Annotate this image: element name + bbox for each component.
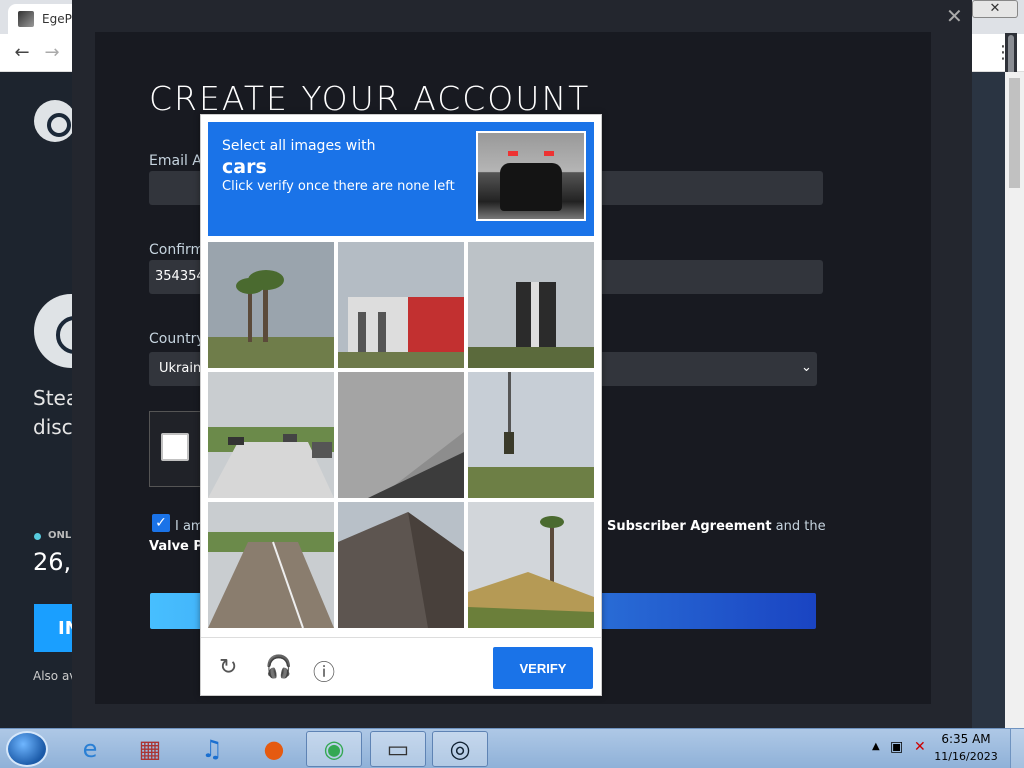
steam-icon[interactable]: ◎ [432, 731, 488, 767]
captcha-image-grid [208, 242, 596, 630]
confirm-email-label: Confirm [149, 242, 205, 258]
computer-icon[interactable]: ▭ [370, 731, 426, 767]
captcha-tile[interactable] [208, 242, 334, 368]
back-arrow-icon[interactable]: ← [10, 42, 34, 63]
online-label: ONL [48, 530, 72, 541]
taskbar: e ▦ ♫ ● ◉ ▭ ◎ ▲ ▣ ✕ [0, 728, 1024, 768]
agree-text-end: and the [771, 519, 826, 534]
internet-explorer-icon[interactable]: e [62, 731, 118, 767]
clock-date[interactable]: 11/16/2023 [930, 750, 1002, 763]
firefox-icon[interactable]: ● [246, 731, 302, 767]
captcha-tile[interactable] [338, 242, 464, 368]
captcha-challenge: Select all images with cars Click verify… [200, 114, 602, 696]
captcha-tile[interactable] [208, 372, 334, 498]
forward-arrow-icon[interactable]: → [40, 42, 64, 63]
show-desktop-button[interactable] [1010, 729, 1024, 768]
audio-icon[interactable]: 🎧 [265, 655, 292, 680]
online-status-dot-icon [34, 533, 41, 540]
captcha-footer: ↻ 🎧 ⓘ VERIFY [201, 637, 601, 697]
network-icon[interactable]: ▣ [890, 739, 903, 755]
agree-text-link-line: Subscriber Agreement and the [607, 519, 826, 534]
captcha-tile[interactable] [468, 372, 594, 498]
volume-muted-icon[interactable]: ✕ [914, 739, 926, 755]
captcha-tile[interactable] [338, 502, 464, 628]
info-icon[interactable]: ⓘ [313, 655, 335, 687]
dialog-close-icon[interactable]: ✕ [946, 4, 963, 28]
recaptcha-checkbox[interactable] [161, 433, 189, 461]
online-count: 26,8 [33, 548, 73, 576]
captcha-tile[interactable] [468, 242, 594, 368]
chrome-icon[interactable]: ◉ [306, 731, 362, 767]
captcha-tile[interactable] [338, 372, 464, 498]
chevron-down-icon: ⌄ [801, 360, 812, 375]
refresh-icon[interactable]: ↻ [219, 655, 237, 680]
captcha-header: Select all images with cars Click verify… [208, 122, 594, 236]
country-label: Country [149, 331, 205, 347]
install-steam-button[interactable]: IN [34, 604, 72, 652]
clock-time[interactable]: 6:35 AM [936, 732, 996, 746]
verify-button[interactable]: VERIFY [493, 647, 593, 689]
also-available-text: Also av [33, 669, 73, 683]
subscriber-agreement-link[interactable]: Subscriber Agreement [607, 519, 772, 534]
captcha-tile[interactable] [208, 502, 334, 628]
page-heading-partial: Steadiscu [33, 386, 73, 439]
captcha-sample-image [476, 131, 586, 221]
application-icon[interactable]: ▦ [122, 731, 178, 767]
browser-scrollbar[interactable] [1005, 72, 1024, 728]
agree-checkbox[interactable]: ✓ [152, 514, 170, 532]
captcha-tile[interactable] [468, 502, 594, 628]
site-favicon-icon [18, 11, 34, 27]
page-title: CREATE YOUR ACCOUNT [149, 79, 591, 118]
itunes-icon[interactable]: ♫ [184, 731, 240, 767]
window-close-button[interactable]: ✕ [972, 0, 1018, 18]
start-button[interactable] [6, 731, 48, 767]
steam-logo-icon [34, 100, 76, 142]
tray-expand-icon[interactable]: ▲ [872, 741, 880, 752]
